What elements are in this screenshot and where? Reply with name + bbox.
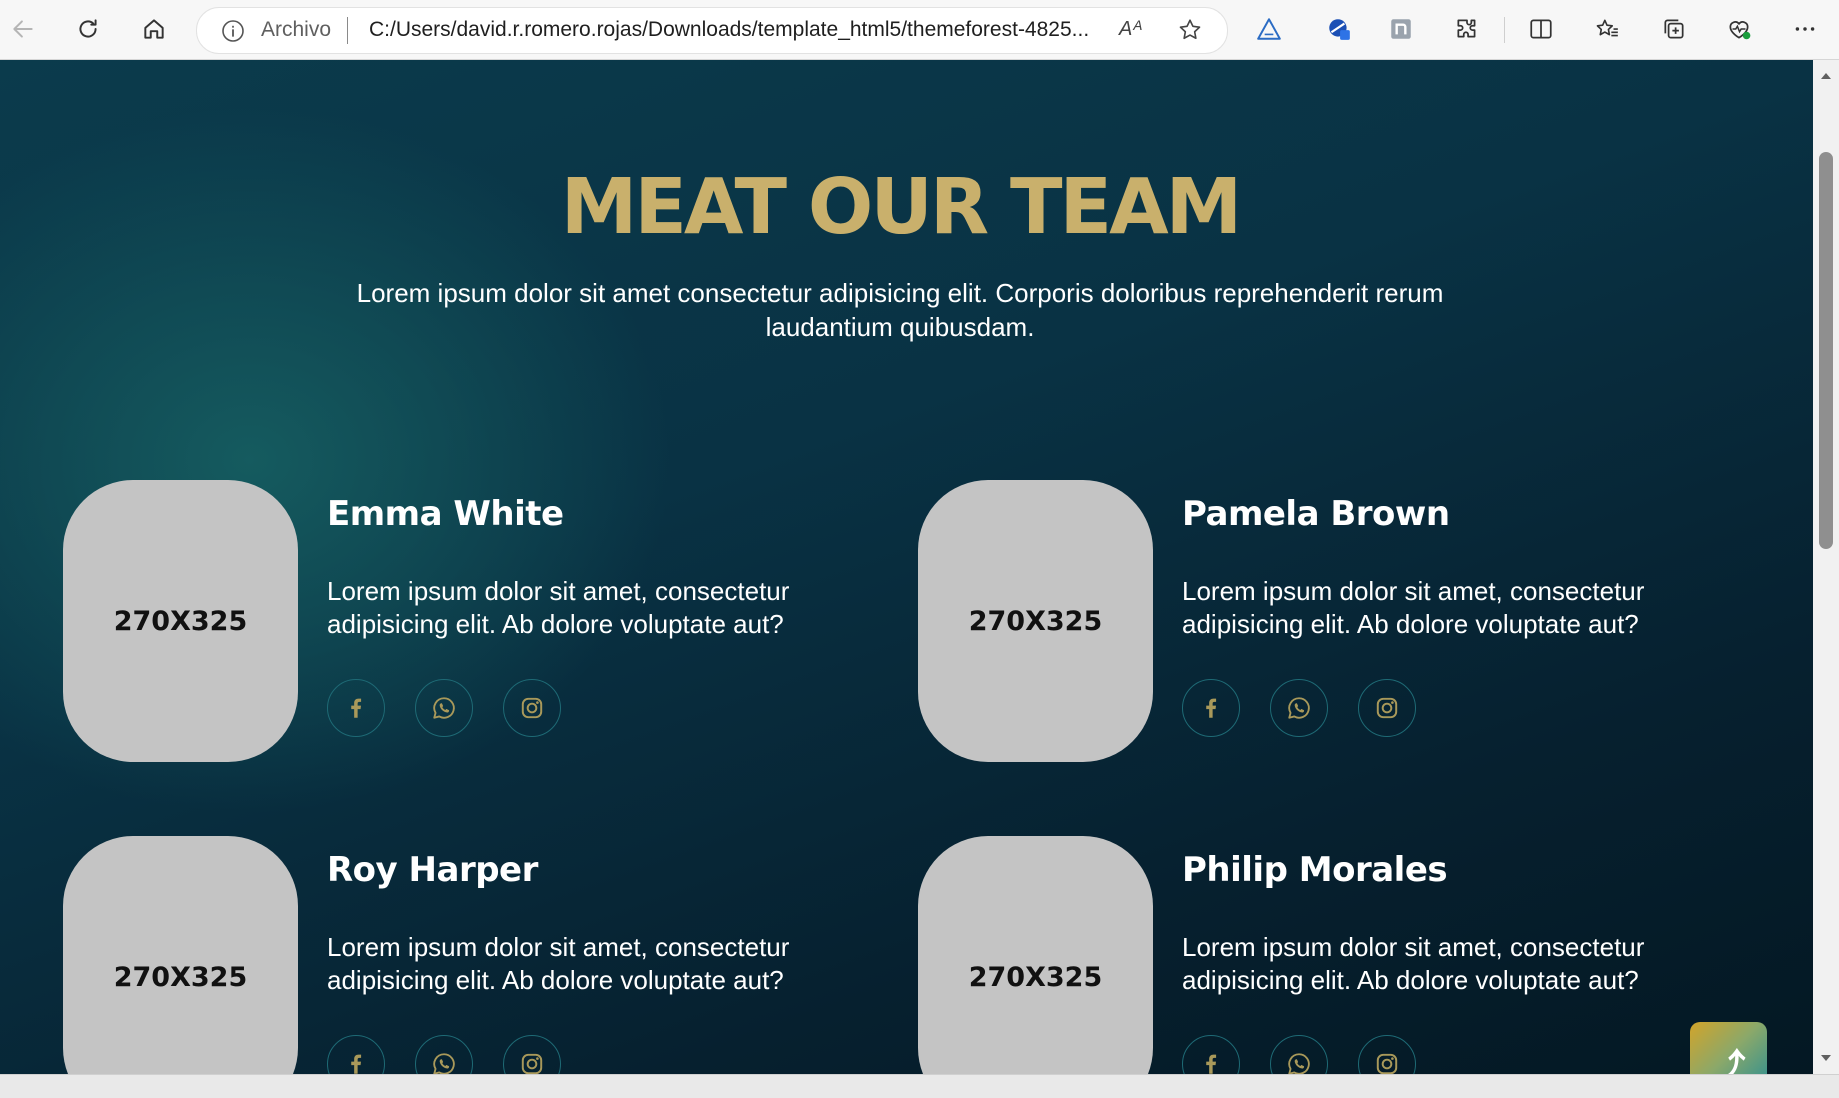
whatsapp-icon[interactable]	[415, 679, 473, 737]
member-description: Lorem ipsum dolor sit amet, consectetur …	[327, 932, 790, 995]
facebook-icon[interactable]	[327, 1035, 385, 1074]
more-options-icon[interactable]	[1788, 12, 1822, 46]
address-scheme: Archivo	[261, 18, 332, 41]
toolbar-divider	[1504, 17, 1505, 43]
page-viewport: MEAT OUR TEAM Lorem ipsum dolor sit amet…	[0, 60, 1813, 1074]
member-photo-placeholder: 270X325	[63, 480, 298, 762]
extension-triangle-icon[interactable]	[1252, 12, 1286, 46]
scroll-thumb[interactable]	[1819, 152, 1833, 549]
team-card: 270X325 Philip Morales Lorem ipsum dolor…	[918, 836, 1738, 1074]
favorite-star-icon[interactable]	[1177, 17, 1203, 43]
member-name: Roy Harper	[327, 850, 538, 890]
member-description: Lorem ipsum dolor sit amet, consectetur …	[1182, 576, 1645, 639]
social-links	[327, 1035, 561, 1074]
taskbar-edge	[0, 1074, 1839, 1098]
read-aloud-icon[interactable]: Aᴬ	[1119, 18, 1142, 41]
facebook-icon[interactable]	[327, 679, 385, 737]
instagram-icon[interactable]	[503, 1035, 561, 1074]
instagram-icon[interactable]	[1358, 679, 1416, 737]
whatsapp-icon[interactable]	[1270, 1035, 1328, 1074]
team-card: 270X325 Pamela Brown Lorem ipsum dolor s…	[918, 480, 1738, 770]
instagram-icon[interactable]	[1358, 1035, 1416, 1074]
browser-toolbar: Archivo C:/Users/david.r.romero.rojas/Do…	[0, 0, 1839, 60]
page-scrollbar[interactable]	[1813, 60, 1839, 1074]
address-separator	[347, 17, 348, 44]
whatsapp-icon[interactable]	[415, 1035, 473, 1074]
member-name: Emma White	[327, 494, 564, 534]
member-description: Lorem ipsum dolor sit amet, consectetur …	[1182, 932, 1645, 995]
whatsapp-icon[interactable]	[1270, 679, 1328, 737]
social-links	[1182, 679, 1416, 737]
member-photo-placeholder: 270X325	[63, 836, 298, 1074]
team-card: 270X325 Roy Harper Lorem ipsum dolor sit…	[63, 836, 883, 1074]
scroll-down-arrow-icon[interactable]	[1818, 1050, 1834, 1066]
browser-essentials-icon[interactable]	[1722, 12, 1756, 46]
member-name: Pamela Brown	[1182, 494, 1450, 534]
extension-n-icon[interactable]	[1384, 12, 1418, 46]
address-bar[interactable]: Archivo C:/Users/david.r.romero.rojas/Do…	[196, 7, 1228, 54]
split-screen-icon[interactable]	[1524, 12, 1558, 46]
instagram-icon[interactable]	[503, 679, 561, 737]
member-name: Philip Morales	[1182, 850, 1448, 890]
scroll-up-arrow-icon[interactable]	[1818, 68, 1834, 84]
member-photo-placeholder: 270X325	[918, 480, 1153, 762]
member-photo-placeholder: 270X325	[918, 836, 1153, 1074]
info-icon[interactable]	[221, 19, 245, 43]
member-description: Lorem ipsum dolor sit amet, consectetur …	[327, 576, 790, 639]
home-icon[interactable]	[137, 12, 171, 46]
team-card: 270X325 Emma White Lorem ipsum dolor sit…	[63, 480, 883, 770]
address-url[interactable]: C:/Users/david.r.romero.rojas/Downloads/…	[369, 18, 1089, 42]
section-subtitle: Lorem ipsum dolor sit amet consectetur a…	[356, 278, 1444, 342]
social-links	[327, 679, 561, 737]
refresh-icon[interactable]	[71, 12, 105, 46]
back-icon[interactable]	[6, 12, 40, 46]
section-title: MEAT OUR TEAM	[560, 163, 1243, 252]
extension-globe-icon[interactable]	[1322, 12, 1356, 46]
facebook-icon[interactable]	[1182, 679, 1240, 737]
back-to-top-button[interactable]: ⤴	[1690, 1022, 1767, 1074]
extensions-puzzle-icon[interactable]	[1450, 12, 1484, 46]
facebook-icon[interactable]	[1182, 1035, 1240, 1074]
collections-icon[interactable]	[1657, 12, 1691, 46]
favorites-icon[interactable]	[1590, 12, 1624, 46]
social-links	[1182, 1035, 1416, 1074]
